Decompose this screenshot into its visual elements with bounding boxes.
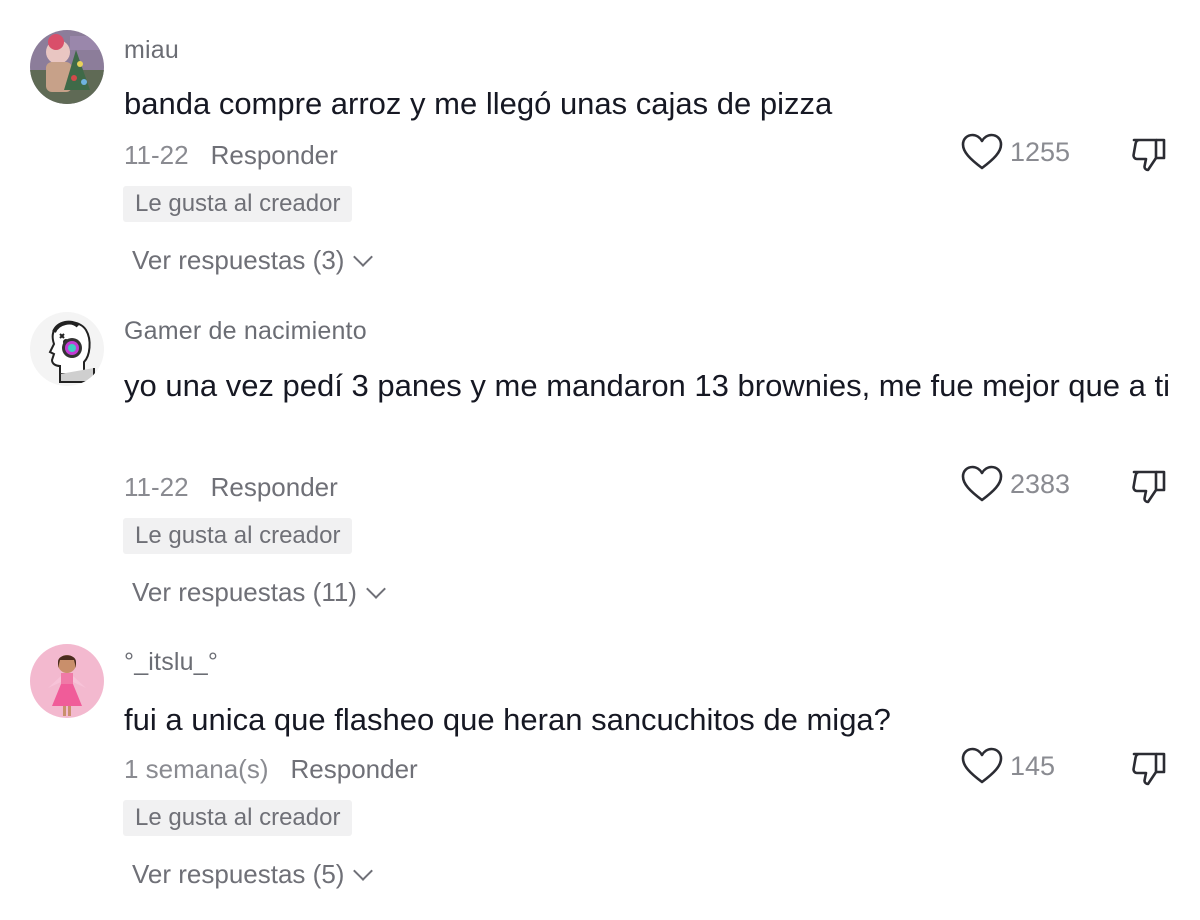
creator-liked-badge: Le gusta al creador [123,186,353,222]
comment-meta: 11-22 Responder [124,472,338,503]
comment-date: 1 semana(s) [124,754,269,784]
view-replies-label: Ver respuestas (11) [132,577,357,607]
chevron-down-icon [353,247,374,267]
comment-username[interactable]: miau [124,36,179,65]
comment-item: °_itslu_° fui a unica que flasheo que he… [0,630,1200,920]
avatar-girl-pink-dress-icon [30,644,104,718]
chevron-down-icon [353,861,374,881]
reply-button[interactable]: Responder [211,140,338,170]
user-avatar[interactable] [30,312,104,386]
comment-text: fui a unica que flasheo que heran sancuc… [124,702,891,737]
dislike-button[interactable] [1128,747,1170,789]
heart-icon [961,133,1003,170]
thumbs-down-icon [1132,138,1166,172]
dislike-button[interactable] [1128,465,1170,507]
view-replies-label: Ver respuestas (3) [132,245,345,275]
creator-liked-badge: Le gusta al creador [123,800,353,836]
creator-liked-badge: Le gusta al creador [123,518,353,554]
comment-meta: 11-22 Responder [124,140,338,171]
heart-icon [961,747,1003,784]
comment-username[interactable]: Gamer de nacimiento [124,317,367,346]
like-button[interactable]: 2383 [960,464,1070,504]
thumbs-down-icon [1132,470,1166,504]
user-avatar[interactable] [30,30,104,104]
like-count: 2383 [1010,468,1071,499]
view-replies-button[interactable]: Ver respuestas (3) [132,245,374,276]
like-button[interactable]: 1255 [960,132,1070,172]
like-count: 1255 [1010,136,1071,167]
comment-item: Gamer de nacimiento yo una vez pedí 3 pa… [0,300,1200,630]
comment-text: banda compre arroz y me llegó unas cajas… [124,86,833,121]
reply-button[interactable]: Responder [291,754,418,784]
comment-meta: 1 semana(s) Responder [124,754,418,785]
like-button[interactable]: 145 [960,746,1055,786]
reply-button[interactable]: Responder [211,472,338,502]
dislike-button[interactable] [1128,133,1170,175]
view-replies-button[interactable]: Ver respuestas (5) [132,859,374,890]
like-count: 145 [1010,750,1056,781]
view-replies-label: Ver respuestas (5) [132,859,345,889]
view-replies-button[interactable]: Ver respuestas (11) [132,577,386,608]
avatar-gamer-headset-icon [30,312,104,386]
avatar-photo-christmas-icon [30,30,104,104]
comment-date: 11-22 [124,140,189,170]
chevron-down-icon [366,579,386,599]
comment-username[interactable]: °_itslu_° [124,648,218,677]
heart-icon [961,465,1003,502]
comment-item: miau banda compre arroz y me llegó unas … [0,0,1200,300]
comment-date: 11-22 [124,472,189,502]
user-avatar[interactable] [30,644,104,718]
thumbs-down-icon [1132,752,1166,786]
comment-text: yo una vez pedí 3 panes y me mandaron 13… [124,368,1170,403]
